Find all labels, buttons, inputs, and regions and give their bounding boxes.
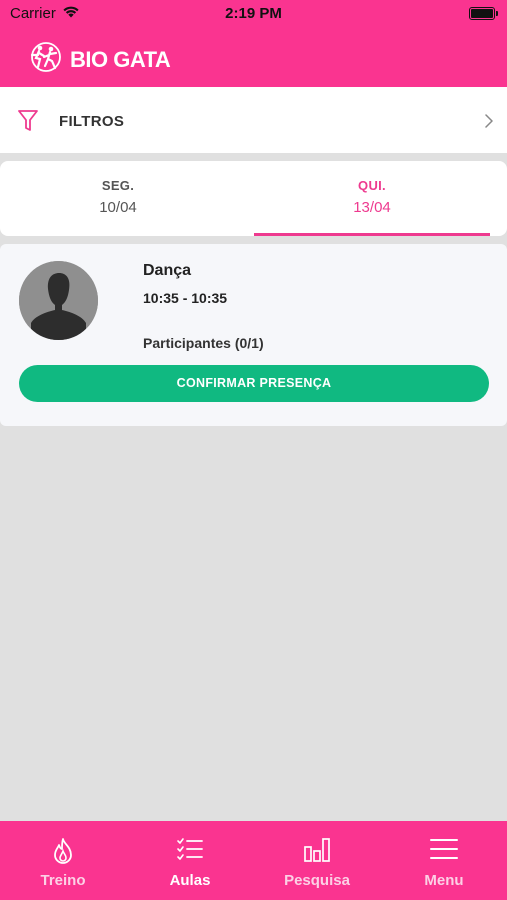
tab-day: QUI.	[358, 178, 386, 193]
confirm-presence-button[interactable]: CONFIRMAR PRESENÇA	[19, 365, 489, 402]
tab-day: SEG.	[101, 178, 135, 193]
class-name: Dança	[143, 262, 192, 279]
logo-icon	[26, 41, 66, 78]
active-tab-indicator	[254, 233, 490, 236]
checklist-icon	[177, 838, 203, 860]
nav-treino[interactable]: Treino	[0, 821, 126, 900]
avatar	[19, 261, 98, 340]
class-card: Dança 10:35 - 10:35 Participantes (0/1) …	[0, 244, 507, 426]
tab-seg[interactable]: SEG. 10/04	[0, 161, 236, 236]
tab-date: 13/04	[353, 199, 391, 216]
filter-bar[interactable]: FILTROS	[0, 87, 507, 153]
flame-icon	[54, 838, 72, 864]
date-tabs: SEG. 10/04 QUI. 13/04	[0, 161, 507, 236]
person-icon	[19, 261, 98, 340]
nav-label: Menu	[424, 872, 464, 889]
logo-text: BIO GATA	[70, 46, 171, 72]
filter-icon	[17, 109, 39, 138]
tab-date: 10/04	[99, 199, 137, 216]
app-logo: BIO GATA	[26, 41, 171, 78]
tab-qui[interactable]: QUI. 13/04	[254, 161, 490, 236]
participants-count: Participantes (0/1)	[143, 335, 264, 351]
filter-label: FILTROS	[59, 113, 125, 130]
nav-aulas[interactable]: Aulas	[127, 821, 253, 900]
nav-label: Pesquisa	[284, 872, 350, 889]
chevron-right-icon	[485, 114, 493, 133]
class-time: 10:35 - 10:35	[143, 290, 228, 306]
bottom-nav: Treino Aulas Pesquisa Menu	[0, 821, 507, 900]
bar-chart-icon	[304, 838, 330, 862]
nav-label: Aulas	[169, 872, 211, 889]
nav-menu[interactable]: Menu	[381, 821, 507, 900]
battery-icon	[469, 7, 498, 20]
menu-icon	[430, 839, 458, 859]
status-bar: Carrier 2:19 PM	[0, 0, 507, 28]
nav-pesquisa[interactable]: Pesquisa	[254, 821, 380, 900]
status-time: 2:19 PM	[225, 5, 282, 22]
app-header: Carrier 2:19 PM BIO GATA	[0, 0, 507, 87]
nav-label: Treino	[40, 872, 86, 889]
